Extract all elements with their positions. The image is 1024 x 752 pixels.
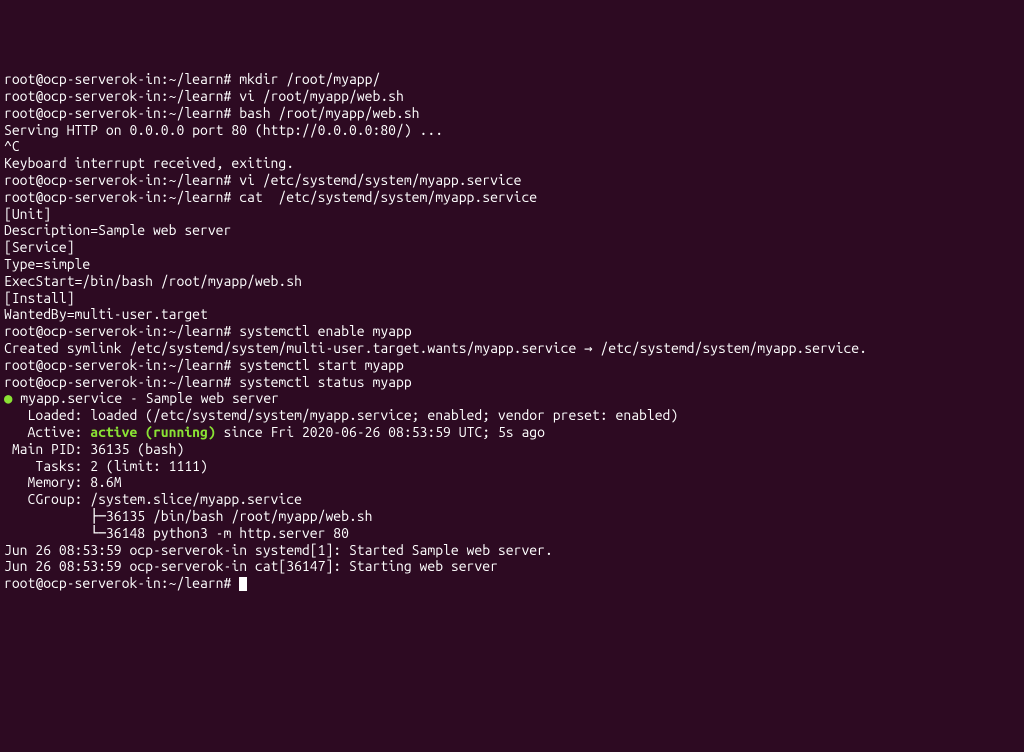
command-text: bash /root/myapp/web.sh — [239, 105, 419, 121]
command-text: systemctl status myapp — [239, 374, 411, 390]
prompt: root@ocp-serverok-in:~/learn# — [4, 172, 231, 188]
terminal-line: root@ocp-serverok-in:~/learn# mkdir /roo… — [4, 71, 1020, 88]
output-line: ^C — [4, 138, 1020, 155]
prompt: root@ocp-serverok-in:~/learn# — [4, 575, 231, 591]
output-line: Description=Sample web server — [4, 222, 1020, 239]
active-label: Active: — [4, 424, 90, 440]
command-text: systemctl start myapp — [239, 357, 404, 373]
terminal-line: root@ocp-serverok-in:~/learn# bash /root… — [4, 105, 1020, 122]
output-line: [Unit] — [4, 206, 1020, 223]
output-line: Keyboard interrupt received, exiting. — [4, 155, 1020, 172]
prompt: root@ocp-serverok-in:~/learn# — [4, 357, 231, 373]
prompt: root@ocp-serverok-in:~/learn# — [4, 71, 231, 87]
terminal-line: root@ocp-serverok-in:~/learn# systemctl … — [4, 323, 1020, 340]
command-text: vi /etc/systemd/system/myapp.service — [239, 172, 521, 188]
prompt: root@ocp-serverok-in:~/learn# — [4, 189, 231, 205]
active-since: since Fri 2020-06-26 08:53:59 UTC; 5s ag… — [216, 424, 545, 440]
output-line: └─36148 python3 -m http.server 80 — [4, 525, 1020, 542]
prompt: root@ocp-serverok-in:~/learn# — [4, 105, 231, 121]
active-status-line: Active: active (running) since Fri 2020-… — [4, 424, 1020, 441]
active-status: active (running) — [90, 424, 215, 440]
command-text: vi /root/myapp/web.sh — [239, 88, 404, 104]
output-line: Loaded: loaded (/etc/systemd/system/myap… — [4, 407, 1020, 424]
output-line: [Install] — [4, 290, 1020, 307]
output-line: Type=simple — [4, 256, 1020, 273]
output-line: Created symlink /etc/systemd/system/mult… — [4, 340, 1020, 357]
terminal-line: root@ocp-serverok-in:~/learn# systemctl … — [4, 357, 1020, 374]
status-line: ● myapp.service - Sample web server — [4, 390, 1020, 407]
terminal-line: root@ocp-serverok-in:~/learn# cat /etc/s… — [4, 189, 1020, 206]
status-dot-icon: ● — [4, 390, 12, 406]
output-line: Tasks: 2 (limit: 1111) — [4, 458, 1020, 475]
command-text: mkdir /root/myapp/ — [239, 71, 380, 87]
output-line: Memory: 8.6M — [4, 474, 1020, 491]
output-line: Main PID: 36135 (bash) — [4, 441, 1020, 458]
prompt: root@ocp-serverok-in:~/learn# — [4, 88, 231, 104]
output-line: ├─36135 /bin/bash /root/myapp/web.sh — [4, 508, 1020, 525]
terminal-line: root@ocp-serverok-in:~/learn# vi /root/m… — [4, 88, 1020, 105]
service-name: myapp.service - Sample web server — [20, 390, 279, 406]
terminal-line: root@ocp-serverok-in:~/learn# vi /etc/sy… — [4, 172, 1020, 189]
prompt: root@ocp-serverok-in:~/learn# — [4, 374, 231, 390]
cursor-icon[interactable] — [239, 577, 247, 591]
output-line: CGroup: /system.slice/myapp.service — [4, 491, 1020, 508]
prompt: root@ocp-serverok-in:~/learn# — [4, 323, 231, 339]
terminal-line: root@ocp-serverok-in:~/learn# — [4, 575, 1020, 592]
output-line: Jun 26 08:53:59 ocp-serverok-in systemd[… — [4, 542, 1020, 559]
output-line: Serving HTTP on 0.0.0.0 port 80 (http://… — [4, 122, 1020, 139]
output-line: WantedBy=multi-user.target — [4, 306, 1020, 323]
output-line: Jun 26 08:53:59 ocp-serverok-in cat[3614… — [4, 558, 1020, 575]
terminal-window[interactable]: root@ocp-serverok-in:~/learn# mkdir /roo… — [4, 71, 1020, 668]
terminal-line: root@ocp-serverok-in:~/learn# systemctl … — [4, 374, 1020, 391]
output-line: ExecStart=/bin/bash /root/myapp/web.sh — [4, 273, 1020, 290]
command-text: systemctl enable myapp — [239, 323, 411, 339]
command-text: cat /etc/systemd/system/myapp.service — [239, 189, 537, 205]
output-line: [Service] — [4, 239, 1020, 256]
